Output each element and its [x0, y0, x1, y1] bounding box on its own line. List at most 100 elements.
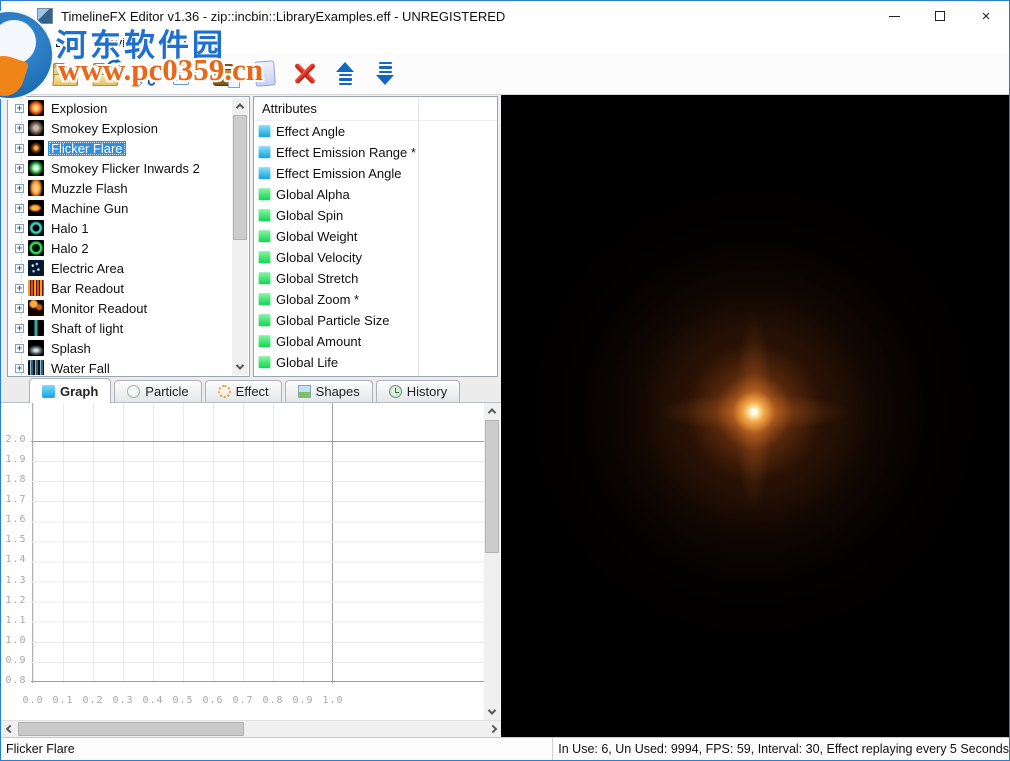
expand-icon[interactable]: + — [15, 324, 24, 333]
import-library-icon — [105, 57, 123, 75]
attribute-global-stretch[interactable]: Global Stretch — [254, 268, 497, 289]
tree-item-smokey-flicker-inwards-2[interactable]: +Smokey Flicker Inwards 2 — [9, 158, 231, 178]
attribute-global-life[interactable]: Global Life — [254, 352, 497, 373]
water-fall-thumb-icon — [28, 360, 44, 375]
graph-horizontal-scrollbar[interactable] — [1, 720, 501, 737]
tab-label: Graph — [60, 384, 98, 399]
expand-icon[interactable]: + — [15, 304, 24, 313]
graph-vertical-scrollbar[interactable] — [484, 403, 500, 720]
chevron-left-icon — [5, 725, 13, 733]
menu-help[interactable]: Help — [151, 33, 196, 52]
move-down-icon — [376, 62, 394, 86]
minimize-button[interactable] — [871, 1, 917, 31]
y-axis-tick: 1.5 — [3, 534, 29, 545]
paste-button[interactable] — [245, 55, 285, 93]
expand-icon[interactable]: + — [15, 364, 24, 373]
attribute-global-spin[interactable]: Global Spin — [254, 205, 497, 226]
expand-icon[interactable]: + — [15, 104, 24, 113]
particle-glow-effect — [604, 262, 904, 562]
open-folder-icon — [53, 67, 78, 86]
attribute-global-alpha[interactable]: Global Alpha — [254, 184, 497, 205]
menu-edit[interactable]: Edit — [46, 33, 86, 52]
tree-item-explosion[interactable]: +Explosion — [9, 98, 231, 118]
attribute-global-particle-size[interactable]: Global Particle Size — [254, 310, 497, 331]
close-icon: × — [982, 9, 991, 24]
scroll-up-button[interactable] — [232, 98, 248, 114]
delete-button[interactable] — [285, 55, 325, 93]
scroll-up-button[interactable] — [484, 403, 500, 419]
tree-item-monitor-readout[interactable]: +Monitor Readout — [9, 298, 231, 318]
expand-icon[interactable]: + — [15, 204, 24, 213]
tree-item-water-fall[interactable]: +Water Fall — [9, 358, 231, 375]
expand-icon[interactable]: + — [15, 124, 24, 133]
muzzle-flash-thumb-icon — [28, 180, 44, 196]
expand-icon[interactable]: + — [15, 264, 24, 273]
tree-item-halo-1[interactable]: +Halo 1 — [9, 218, 231, 238]
menu-preview[interactable]: Preview — [86, 33, 150, 52]
expand-icon[interactable]: + — [15, 284, 24, 293]
move-up-button[interactable] — [325, 55, 365, 93]
tab-graph[interactable]: Graph — [29, 378, 111, 403]
tree-item-halo-2[interactable]: +Halo 2 — [9, 238, 231, 258]
y-axis-tick: 1.0 — [3, 635, 29, 646]
y-axis-tick: 1.4 — [3, 554, 29, 565]
tree-item-flicker-flare[interactable]: +Flicker Flare — [9, 138, 231, 158]
expand-icon[interactable]: + — [15, 244, 24, 253]
graph-curve-icon — [258, 272, 271, 285]
attribute-global-zoom[interactable]: Global Zoom * — [254, 289, 497, 310]
attribute-global-velocity[interactable]: Global Velocity — [254, 247, 497, 268]
tab-particle[interactable]: Particle — [114, 380, 201, 402]
expand-icon[interactable]: + — [15, 164, 24, 173]
tree-item-machine-gun[interactable]: +Machine Gun — [9, 198, 231, 218]
expand-icon[interactable]: + — [15, 144, 24, 153]
particle-tab-icon — [127, 385, 140, 398]
tree-body: +Explosion +Smokey Explosion +Flicker Fl… — [9, 98, 231, 375]
tree-scrollbar-thumb[interactable] — [233, 115, 247, 240]
maximize-button[interactable] — [917, 1, 963, 31]
new-effect-button[interactable] — [5, 55, 45, 93]
graph-curve-icon — [258, 230, 271, 243]
attribute-effect-emission-angle[interactable]: Effect Emission Angle — [254, 163, 497, 184]
library-package-button[interactable] — [205, 55, 245, 93]
tree-item-muzzle-flash[interactable]: + Muzzle Flash — [9, 178, 231, 198]
tree-item-shaft-of-light[interactable]: +Shaft of light — [9, 318, 231, 338]
tree-item-bar-readout[interactable]: +Bar Readout — [9, 278, 231, 298]
attribute-label: Global Life — [276, 355, 338, 370]
tree-scrollbar[interactable] — [232, 98, 248, 375]
tab-history[interactable]: History — [376, 380, 460, 402]
graph-scrollbar-thumb[interactable] — [485, 420, 499, 553]
tab-shapes[interactable]: Shapes — [285, 380, 373, 402]
bottom-tab-bar: Graph Particle Effect Shapes History — [1, 377, 501, 403]
move-up-icon — [336, 62, 354, 86]
graph-hscrollbar-thumb[interactable] — [18, 722, 244, 736]
scroll-down-button[interactable] — [484, 704, 500, 720]
move-down-button[interactable] — [365, 55, 405, 93]
attribute-effect-emission-range[interactable]: Effect Emission Range * — [254, 142, 497, 163]
attribute-effect-angle[interactable]: Effect Angle — [254, 121, 497, 142]
attribute-global-weight[interactable]: Global Weight — [254, 226, 497, 247]
expand-icon[interactable]: + — [15, 224, 24, 233]
close-button[interactable]: × — [963, 1, 1009, 31]
copy-button[interactable] — [165, 55, 205, 93]
title-bar[interactable]: TimelineFX Editor v1.36 - zip::incbin::L… — [1, 1, 1009, 31]
import-library-button[interactable] — [85, 55, 125, 93]
status-bar: Flicker Flare In Use: 6, Un Used: 9994, … — [1, 737, 1009, 760]
scroll-right-button[interactable] — [484, 721, 501, 737]
tree-item-label: Muzzle Flash — [48, 181, 131, 196]
effect-preview-viewport[interactable] — [501, 95, 1009, 737]
tab-effect[interactable]: Effect — [205, 380, 282, 402]
expand-icon[interactable]: + — [15, 184, 24, 193]
open-library-button[interactable] — [45, 55, 85, 93]
expand-icon[interactable]: + — [15, 344, 24, 353]
cut-icon — [132, 61, 158, 87]
scroll-down-button[interactable] — [232, 359, 248, 375]
splash-thumb-icon — [28, 340, 44, 356]
cut-button[interactable] — [125, 55, 165, 93]
tree-item-smokey-explosion[interactable]: +Smokey Explosion — [9, 118, 231, 138]
tree-item-electric-area[interactable]: +Electric Area — [9, 258, 231, 278]
scroll-left-button[interactable] — [1, 721, 18, 737]
menu-file[interactable]: File — [7, 33, 46, 52]
graph-panel[interactable]: 2.0 1.9 1.8 1.7 1.6 1.5 1.4 1.3 1.2 1.1 … — [1, 403, 501, 720]
tree-item-splash[interactable]: +Splash — [9, 338, 231, 358]
attribute-global-amount[interactable]: Global Amount — [254, 331, 497, 352]
